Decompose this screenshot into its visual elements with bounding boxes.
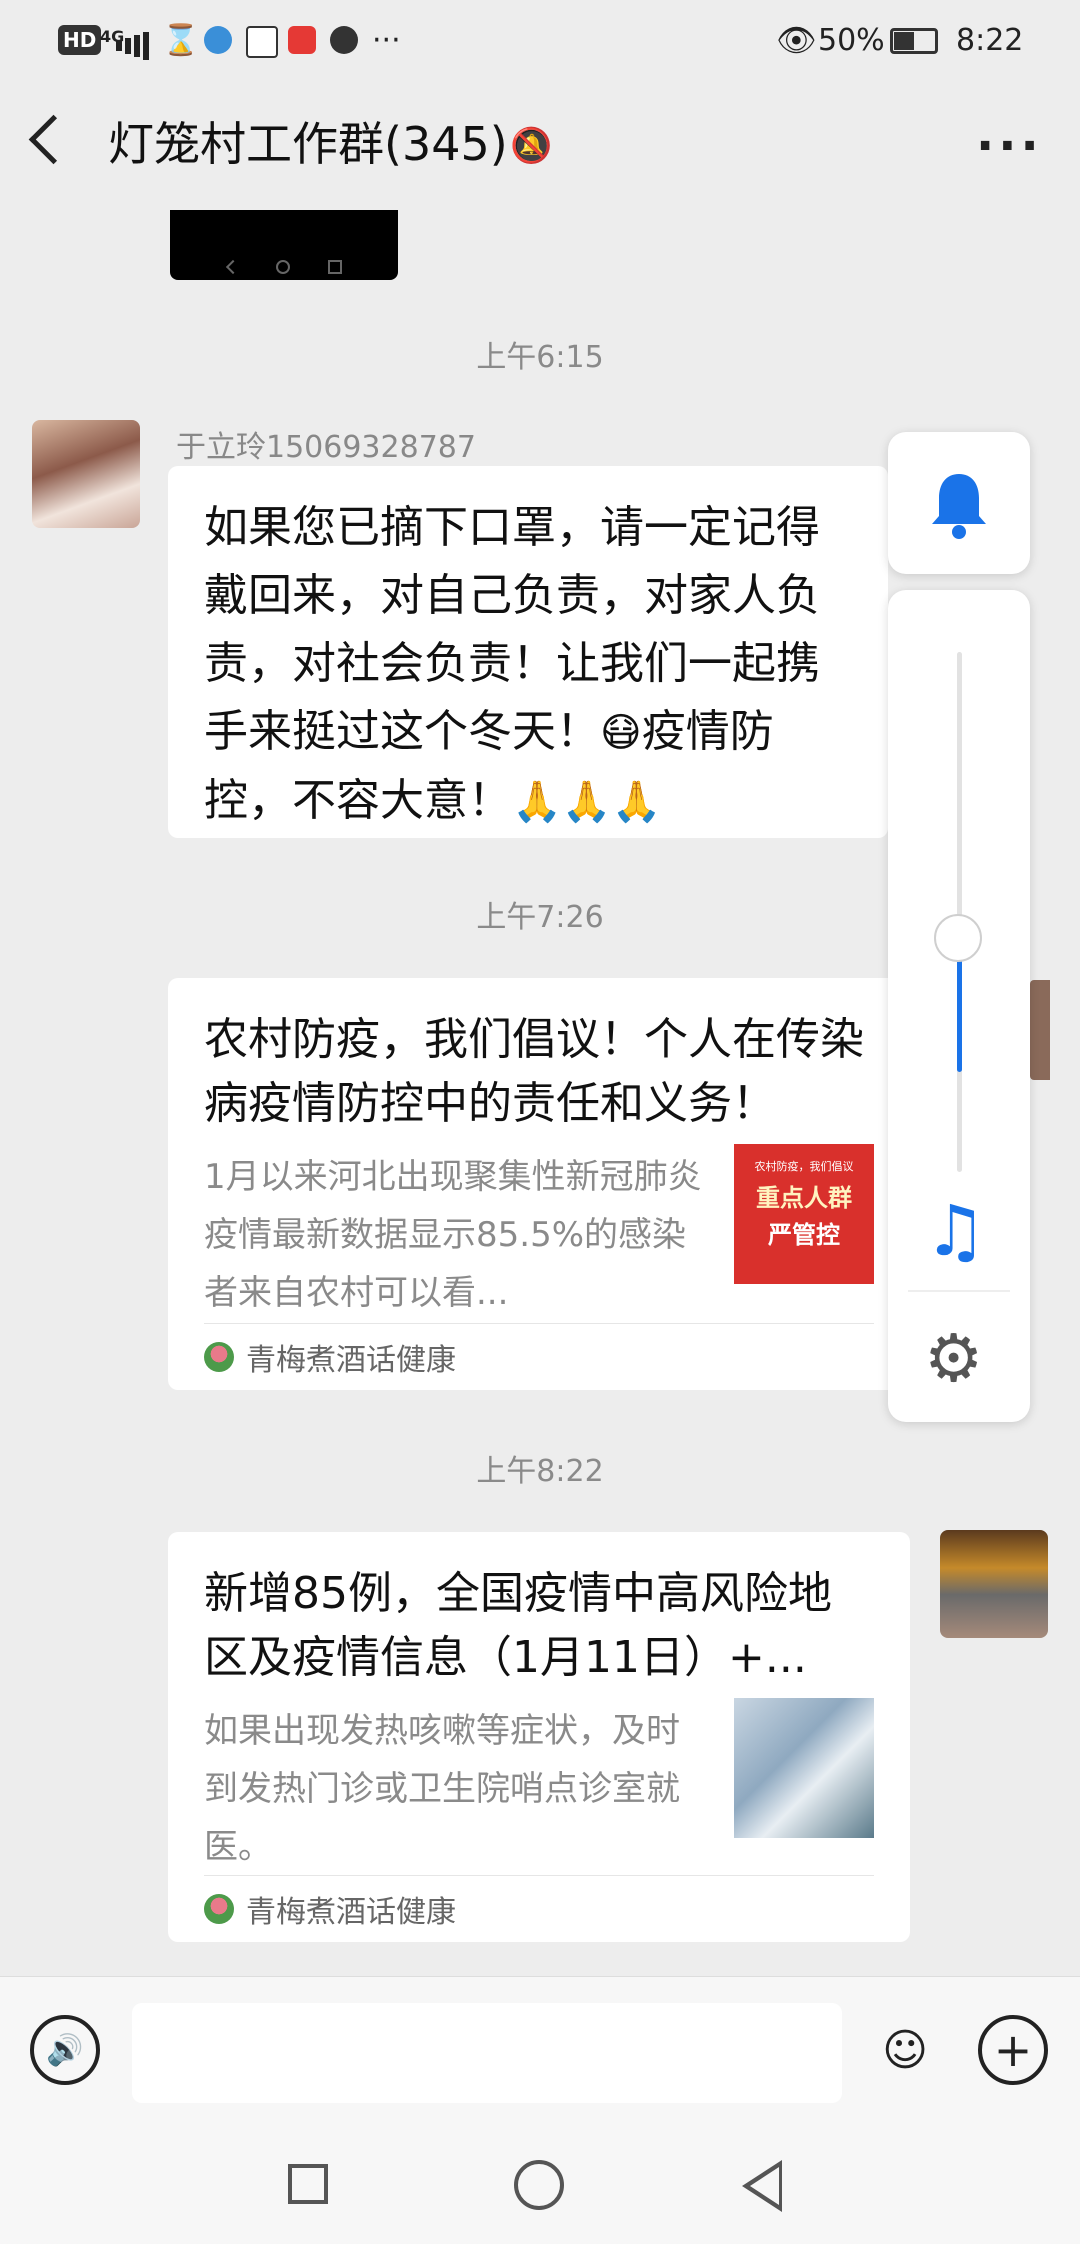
voice-input-icon[interactable]: 🔊	[30, 2015, 100, 2085]
timestamp: 上午8:22	[476, 1454, 604, 1489]
image-home-icon	[276, 260, 290, 274]
message-bubble[interactable]: 如果您已摘下口罩，请一定记得戴回来，对自己负责，对家人负责，对社会负责！让我们一…	[168, 466, 888, 838]
source-avatar-icon	[204, 1894, 234, 1924]
chat-header: 灯笼村工作群(345) 🔕 ···	[0, 80, 1080, 210]
battery-icon	[890, 28, 938, 54]
pray-emoji: 🙏🙏🙏	[512, 779, 662, 825]
hd-indicator: HD	[58, 25, 102, 55]
bell-icon	[932, 474, 986, 539]
mute-bell-icon: 🔕	[510, 126, 553, 166]
status-bar: HD 4G ⌛ ··· 👁 50% 8:22	[0, 0, 1080, 80]
card-thumbnail: 农村防疫，我们倡议 重点人群 严管控	[734, 1144, 874, 1284]
source-avatar-icon	[204, 1342, 234, 1372]
thumb-caption: 农村防疫，我们倡议	[754, 1160, 854, 1173]
hourglass-icon: ⌛	[162, 22, 200, 58]
volume-track[interactable]	[957, 652, 962, 1172]
mask-emoji: 😷	[600, 710, 642, 756]
signal-icon	[116, 24, 152, 68]
card-description: 1月以来河北出现聚集性新冠肺炎疫情最新数据显示85.5%的感染者来自农村可以看.…	[204, 1157, 702, 1313]
sound-icon	[330, 26, 358, 54]
emoji-icon[interactable]: ☺	[870, 2015, 940, 2085]
battery-percent: 50%	[818, 22, 885, 58]
system-nav-bar	[0, 2116, 1080, 2244]
card-source: 青梅煮酒话健康	[204, 1875, 874, 1942]
more-notifications-icon: ···	[372, 22, 401, 58]
sender-avatar[interactable]	[32, 420, 140, 528]
card-thumbnail	[734, 1698, 874, 1838]
volume-slider-knob[interactable]	[934, 914, 982, 962]
link-card[interactable]: 农村防疫，我们倡议！个人在传染病疫情防控中的责任和义务！ 1月以来河北出现聚集性…	[168, 978, 910, 1390]
add-more-icon[interactable]: +	[978, 2015, 1048, 2085]
back-arrow-icon[interactable]	[28, 114, 79, 165]
sender-name: 于立玲15069328787	[176, 430, 476, 465]
recent-apps-icon[interactable]	[288, 2164, 328, 2204]
group-title: 灯笼村工作群(345)	[108, 117, 508, 171]
image-message[interactable]	[170, 210, 398, 280]
card-source: 青梅煮酒话健康	[204, 1323, 874, 1390]
more-options-icon[interactable]: ···	[976, 118, 1043, 174]
music-note-icon: ♫	[924, 1190, 987, 1272]
link-card[interactable]: 新增85例，全国疫情中高风险地区及疫情信息（1月11日）+... 如果出现发热咳…	[168, 1532, 910, 1942]
volume-panel: ♫ ⚙	[888, 590, 1030, 1422]
clock: 8:22	[956, 22, 1024, 58]
ringer-mode-button[interactable]	[888, 432, 1030, 574]
settings-gear-icon[interactable]: ⚙	[924, 1320, 983, 1397]
card-description: 如果出现发热咳嗽等症状，及时到发热门诊或卫生院哨点诊室就医。	[204, 1711, 680, 1867]
card-title: 新增85例，全国疫情中高风险地区及疫情信息（1月11日）+...	[204, 1568, 832, 1683]
source-name: 青梅煮酒话健康	[246, 1895, 456, 1930]
card-title: 农村防疫，我们倡议！个人在传染病疫情防控中的责任和义务！	[204, 1014, 864, 1129]
image-recent-icon	[328, 260, 342, 274]
timestamp: 上午6:15	[476, 340, 604, 375]
partial-avatar	[1030, 980, 1050, 1080]
image-back-icon	[225, 259, 241, 275]
browser-icon	[204, 26, 232, 54]
thumb-headline: 重点人群	[756, 1184, 852, 1212]
message-input[interactable]	[132, 2003, 842, 2103]
app-icon	[246, 26, 278, 58]
thumb-subheadline: 严管控	[768, 1221, 840, 1249]
my-avatar[interactable]	[940, 1530, 1048, 1638]
nav-back-icon[interactable]	[742, 2160, 782, 2212]
notification-icon	[288, 26, 316, 54]
home-icon[interactable]	[514, 2160, 564, 2210]
source-name: 青梅煮酒话健康	[246, 1343, 456, 1378]
input-bar: 🔊 ☺ +	[0, 1976, 1080, 2117]
divider	[908, 1290, 1010, 1292]
eye-icon: 👁	[776, 21, 817, 59]
